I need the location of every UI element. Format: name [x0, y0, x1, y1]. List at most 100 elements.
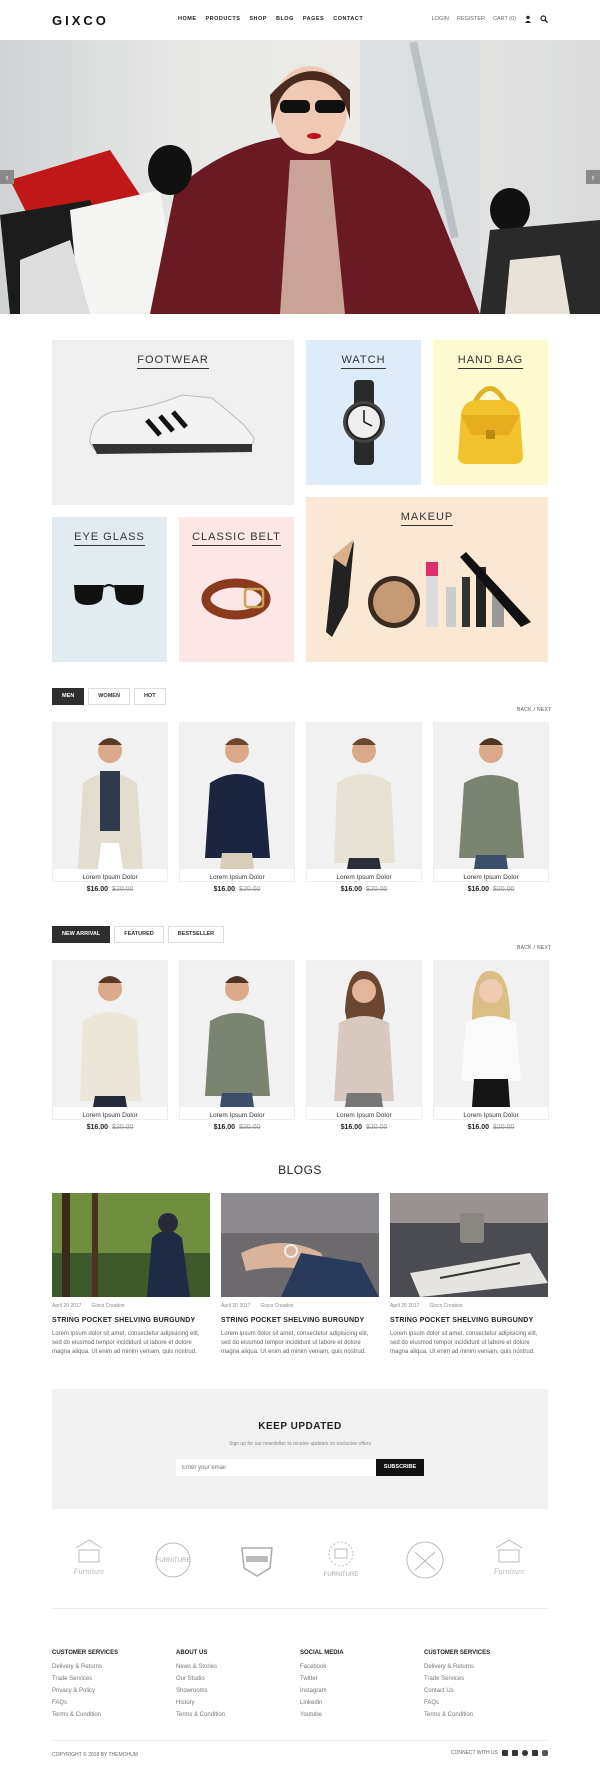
footer-link[interactable]: Terms & Condition [52, 1712, 172, 1718]
footer-link[interactable]: Terms & Condition [176, 1712, 296, 1718]
tab-bestseller[interactable]: BESTSELLER [167, 926, 225, 943]
blog-post[interactable]: April 20 2017 Gixco Creation STRING POCKE… [221, 1193, 379, 1357]
youtube-icon[interactable] [532, 1750, 538, 1756]
hero-next-button[interactable]: › [586, 170, 600, 184]
footer-link[interactable]: Trade Services [52, 1676, 172, 1682]
nav-shop[interactable]: SHOP [249, 16, 267, 22]
product-card[interactable]: Lorem Ipsum Dolor $16.00 $20.00 [179, 722, 295, 893]
divider [52, 1740, 548, 1741]
tab-men[interactable]: MEN [52, 688, 85, 705]
back-link[interactable]: BACK [517, 945, 532, 951]
hero-prev-button[interactable]: ‹ [0, 170, 14, 184]
footer-link[interactable]: History [176, 1700, 296, 1706]
blogs-heading: BLOGS [278, 1163, 322, 1177]
nav-products[interactable]: PRODUCTS [206, 16, 241, 22]
product-image [180, 723, 294, 869]
footer-column: ABOUT US News & Stories Our Studio Showr… [176, 1650, 296, 1724]
brand-logo[interactable]: FURNITURE [316, 1538, 366, 1582]
product-card[interactable]: Lorem Ipsum Dolor $16.00 $20.00 [306, 722, 422, 893]
category-makeup[interactable]: MAKEUP [306, 497, 548, 662]
footer-link[interactable]: News & Stories [176, 1664, 296, 1670]
product-card[interactable]: Lorem Ipsum Dolor $16.00 $20.00 [52, 960, 168, 1131]
footer-heading: SOCIAL MEDIA [300, 1650, 344, 1656]
footer-link[interactable]: FAQs [52, 1700, 172, 1706]
product-card[interactable]: Lorem Ipsum Dolor $16.00 $20.00 [179, 960, 295, 1131]
tab-new-arrival[interactable]: NEW ARRIVAL [52, 926, 111, 943]
cart-link[interactable]: CART (0) [493, 16, 516, 22]
newsletter-subtitle: Sign up for our newsletter to receive up… [229, 1441, 371, 1447]
category-hand-bag[interactable]: HAND BAG [433, 340, 548, 485]
footer-link[interactable]: FAQs [424, 1700, 544, 1706]
footer-link[interactable]: Twitter [300, 1676, 420, 1682]
handbag-image [458, 386, 523, 464]
subscribe-button[interactable]: SUBSCRIBE [376, 1459, 424, 1476]
blog-author: Gixco Creation [260, 1303, 294, 1309]
footer-link[interactable]: Showrooms [176, 1688, 296, 1694]
footer-heading: CUSTOMER SERVICES [52, 1650, 119, 1656]
footer-link[interactable]: Youtube [300, 1712, 420, 1718]
blog-title[interactable]: STRING POCKET SHELVING BURGUNDY [390, 1317, 548, 1324]
user-icon[interactable] [524, 15, 532, 23]
footer-link[interactable]: Delivery & Returns [52, 1664, 172, 1670]
footer-link[interactable]: Delivery & Returns [424, 1664, 544, 1670]
instagram-icon[interactable] [542, 1750, 548, 1756]
blog-post[interactable]: April 20 2017 Gixco Creation STRING POCKE… [390, 1193, 548, 1357]
product-card[interactable]: Lorem Ipsum Dolor $16.00 $20.00 [433, 722, 549, 893]
brand-logo[interactable]: Furniture [484, 1538, 534, 1582]
product-image [180, 961, 294, 1107]
category-watch[interactable]: WATCH [306, 340, 421, 485]
back-link[interactable]: BACK [517, 707, 532, 713]
footer-heading: CUSTOMER SERVICES [424, 1650, 491, 1656]
header-utilities: LOGIN REGISTER CART (0) [432, 15, 548, 23]
search-icon[interactable] [540, 15, 548, 23]
footer-link[interactable]: Privacy & Policy [52, 1688, 172, 1694]
product-name: Lorem Ipsum Dolor [209, 1112, 265, 1119]
category-eye-glass[interactable]: EYE GLASS [52, 517, 167, 662]
footer-link[interactable]: Linkedin [300, 1700, 420, 1706]
product-image [434, 723, 548, 869]
footer-column: CUSTOMER SERVICES Delivery & Returns Tra… [52, 1650, 172, 1724]
pinterest-icon[interactable] [522, 1750, 528, 1756]
footer-link[interactable]: Trade Services [424, 1676, 544, 1682]
brand-logo[interactable] [400, 1538, 450, 1582]
tab-women[interactable]: WOMEN [88, 688, 130, 705]
logo[interactable]: GIXCO [52, 13, 109, 28]
product-price: $16.00 [340, 1124, 362, 1131]
product-name: Lorem Ipsum Dolor [82, 874, 138, 881]
tab-hot[interactable]: HOT [133, 688, 166, 705]
footer-link[interactable]: Contact Us [424, 1688, 544, 1694]
blog-post[interactable]: April 20 2017 Gixco Creation STRING POCKE… [52, 1193, 210, 1357]
product-price: $16.00 [467, 1124, 489, 1131]
footer-heading: ABOUT US [176, 1650, 208, 1656]
next-link[interactable]: NEXT [537, 945, 552, 951]
tab-featured[interactable]: FEATURED [114, 926, 164, 943]
product-image [307, 961, 421, 1107]
product-card[interactable]: Lorem Ipsum Dolor $16.00 $20.00 [433, 960, 549, 1131]
nav-blog[interactable]: BLOG [276, 16, 294, 22]
nav-pages[interactable]: PAGES [303, 16, 324, 22]
login-link[interactable]: LOGIN [432, 16, 449, 22]
product-image [307, 723, 421, 869]
footer-link[interactable]: Terms & Condition [424, 1712, 544, 1718]
footer-link[interactable]: Facebook [300, 1664, 420, 1670]
footer-link[interactable]: Our Studio [176, 1676, 296, 1682]
facebook-icon[interactable] [502, 1750, 508, 1756]
next-link[interactable]: NEXT [537, 707, 552, 713]
category-classic-belt[interactable]: CLASSIC BELT [179, 517, 294, 662]
footer-link[interactable]: Instagram [300, 1688, 420, 1694]
twitter-icon[interactable] [512, 1750, 518, 1756]
register-link[interactable]: REGISTER [457, 16, 485, 22]
nav-home[interactable]: HOME [178, 16, 197, 22]
brand-logo[interactable] [232, 1538, 282, 1582]
email-input[interactable] [176, 1459, 376, 1476]
blog-excerpt: Lorem ipsum dolor sit amet, consectetur … [390, 1331, 538, 1355]
product-card[interactable]: Lorem Ipsum Dolor $16.00 $20.00 [306, 960, 422, 1131]
product-card[interactable]: Lorem Ipsum Dolor $16.00 $20.00 [52, 722, 168, 893]
blog-title[interactable]: STRING POCKET SHELVING BURGUNDY [52, 1317, 210, 1324]
category-footwear[interactable]: FOOTWEAR [52, 340, 294, 505]
nav-contact[interactable]: CONTACT [333, 16, 363, 22]
blog-title[interactable]: STRING POCKET SHELVING BURGUNDY [221, 1317, 379, 1324]
brand-logo[interactable]: Furniture [64, 1538, 114, 1582]
brand-logo[interactable]: FURNITURE [148, 1538, 198, 1582]
blog-image [221, 1193, 379, 1297]
